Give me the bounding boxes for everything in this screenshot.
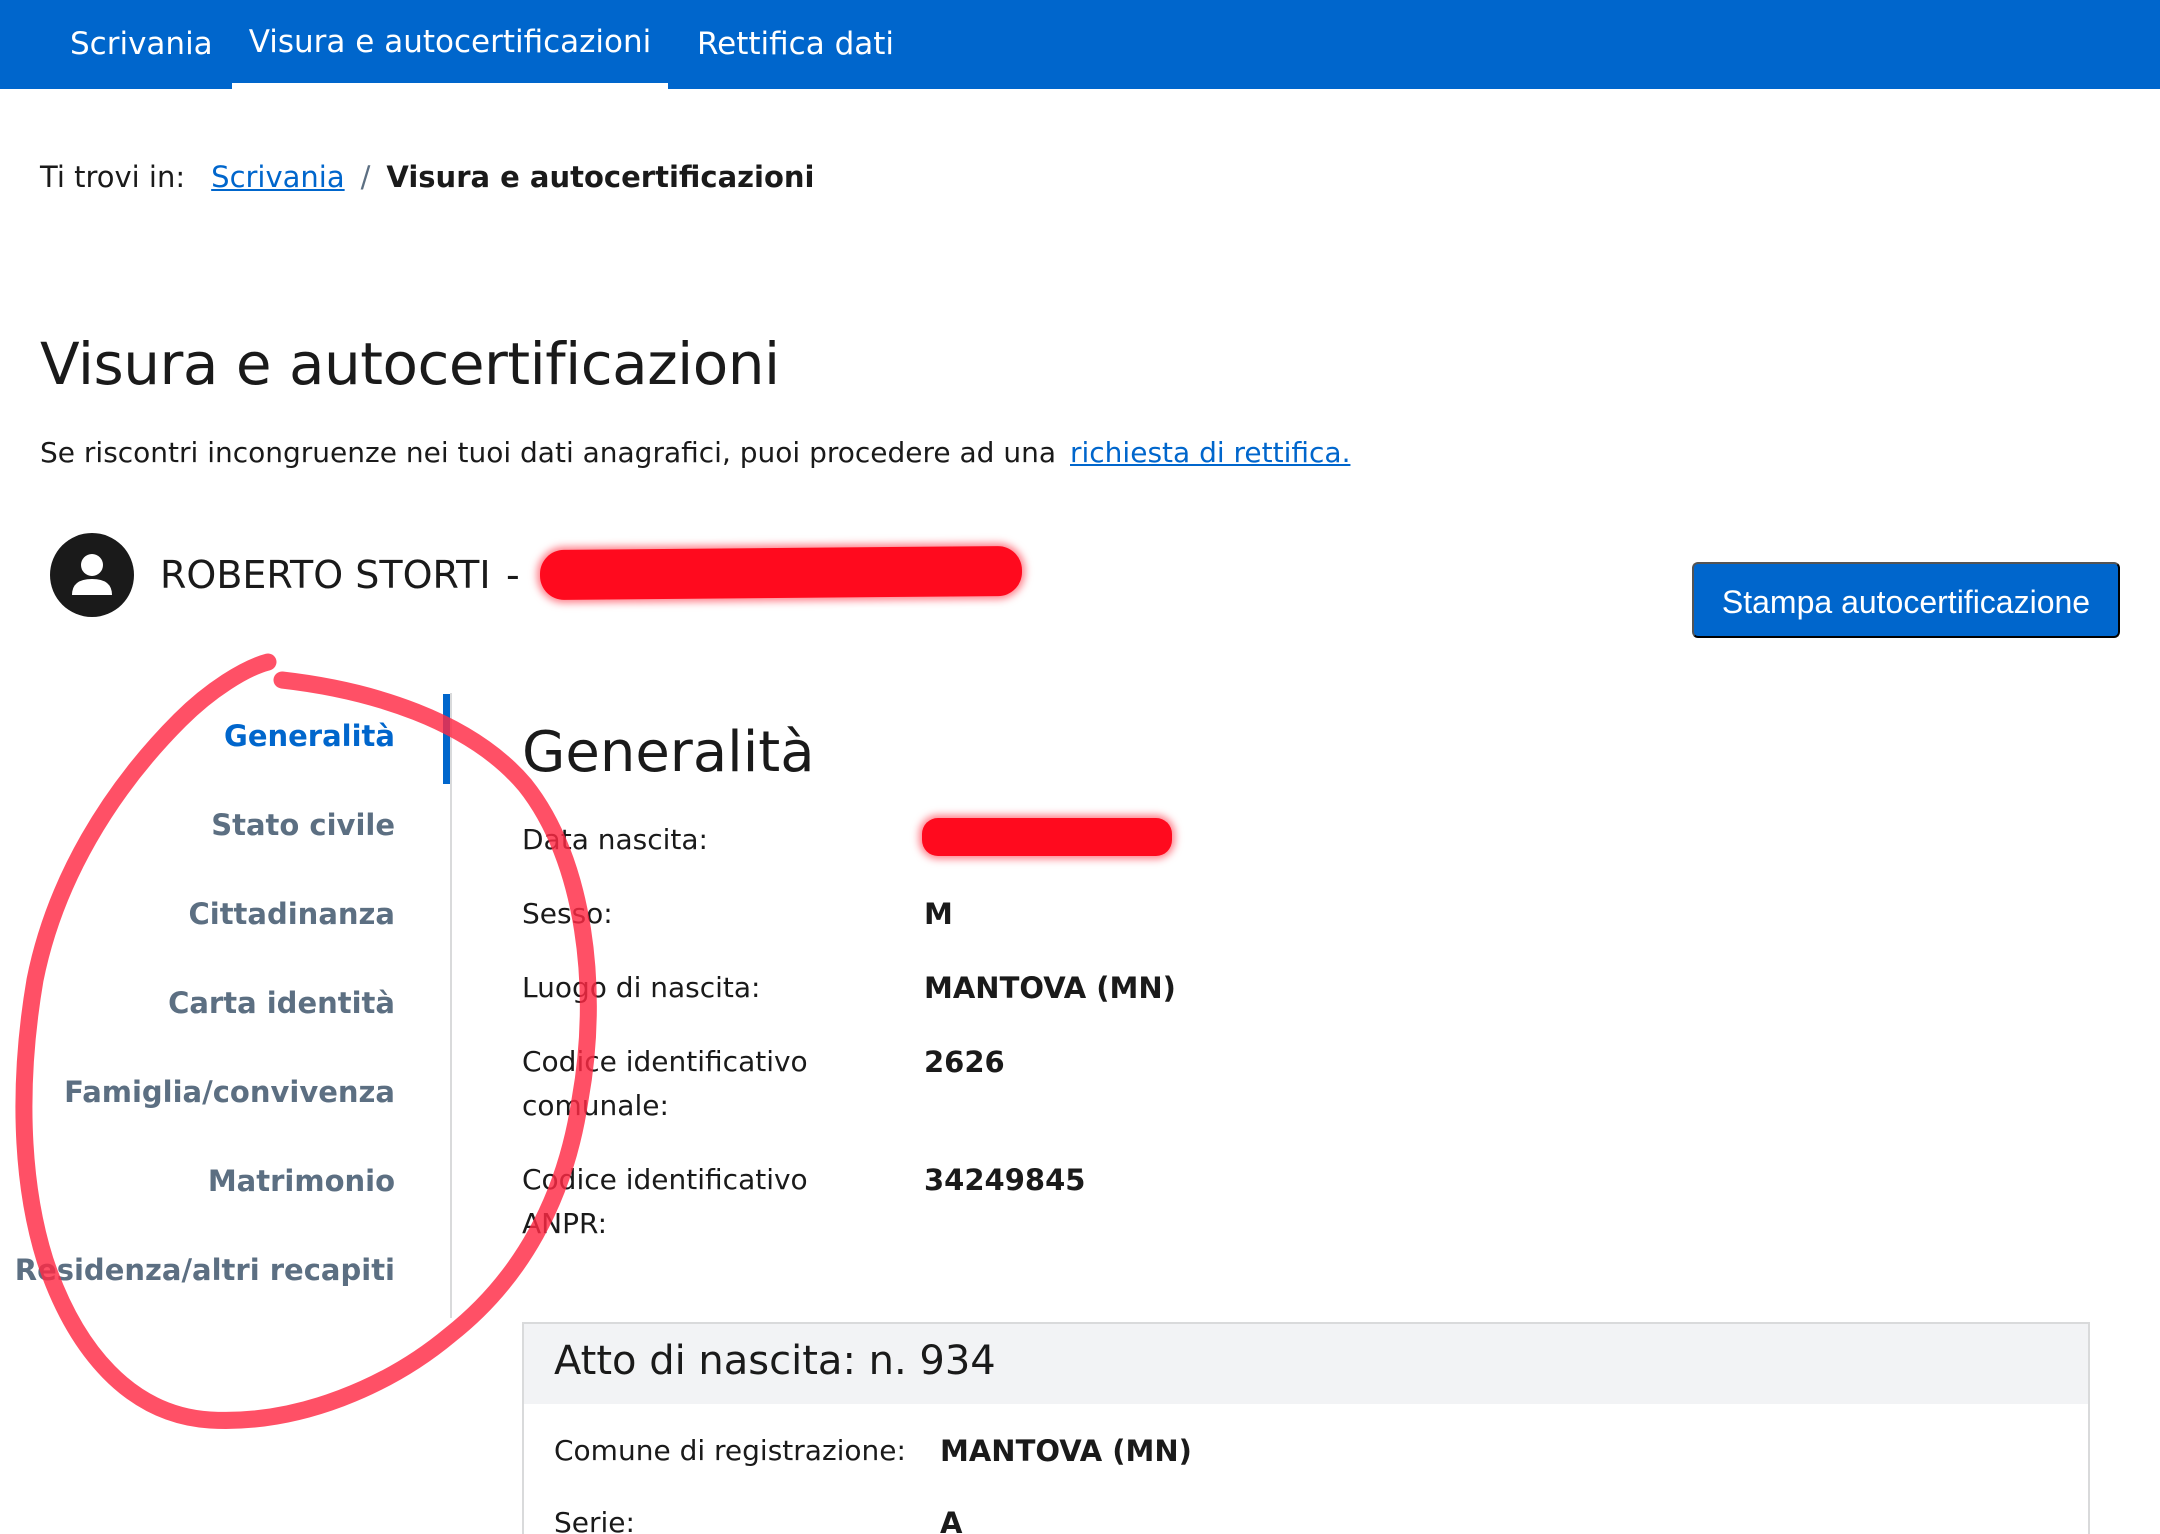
- card-label-serie: Serie:: [554, 1506, 635, 1534]
- page-title: Visura e autocertificazioni: [40, 330, 780, 398]
- field-value-sesso: M: [924, 897, 953, 931]
- active-item-indicator: [443, 694, 450, 784]
- section-title: Generalità: [522, 720, 815, 785]
- breadcrumb-prefix: Ti trovi in:: [40, 160, 186, 194]
- sidenav-item-famiglia-convivenza[interactable]: Famiglia/convivenza: [64, 1075, 395, 1109]
- sidenav-item-stato-civile[interactable]: Stato civile: [211, 808, 395, 842]
- field-label-codice-anpr: Codice identificativo ANPR:: [522, 1163, 808, 1240]
- intro-text: Se riscontri incongruenze nei tuoi dati …: [40, 436, 1350, 469]
- field-value-luogo-nascita: MANTOVA (MN): [924, 971, 1176, 1005]
- field-label-data-nascita: Data nascita:: [522, 823, 708, 856]
- tab-rettifica-dati[interactable]: Rettifica dati: [697, 0, 894, 89]
- birth-act-card: Atto di nascita: n. 934 Comune di regist…: [522, 1322, 2090, 1534]
- user-name: ROBERTO STORTI: [160, 553, 491, 597]
- field-label-sesso: Sesso:: [522, 897, 613, 930]
- card-label-comune: Comune di registrazione:: [554, 1434, 906, 1467]
- breadcrumb-current: Visura e autocertificazioni: [386, 160, 815, 194]
- print-autocertification-button[interactable]: Stampa autocertificazione: [1692, 562, 2120, 638]
- field-value-codice-comunale: 2626: [924, 1045, 1005, 1079]
- sidenav-item-matrimonio[interactable]: Matrimonio: [208, 1164, 395, 1198]
- tab-scrivania[interactable]: Scrivania: [70, 0, 213, 89]
- sidenav-item-residenza[interactable]: Residenza/altri recapiti: [15, 1253, 395, 1287]
- side-navigation: Generalità Stato civile Cittadinanza Car…: [0, 693, 452, 1318]
- card-value-serie: A: [940, 1506, 963, 1534]
- field-label-codice-comunale: Codice identificativo comunale:: [522, 1045, 808, 1122]
- intro-sentence: Se riscontri incongruenze nei tuoi dati …: [40, 436, 1056, 469]
- redacted-fiscal-code: [539, 545, 1023, 601]
- top-navigation: Scrivania Visura e autocertificazioni Re…: [0, 0, 2160, 89]
- tab-visura-autocertificazioni[interactable]: Visura e autocertificazioni: [232, 0, 668, 89]
- card-title: Atto di nascita: n. 934: [554, 1338, 996, 1384]
- user-icon: [72, 554, 112, 595]
- breadcrumb-separator: /: [360, 160, 371, 194]
- breadcrumb-link-scrivania[interactable]: Scrivania: [211, 160, 344, 194]
- card-value-comune: MANTOVA (MN): [940, 1434, 1192, 1468]
- sidenav-item-carta-identita[interactable]: Carta identità: [168, 986, 395, 1020]
- field-label-luogo-nascita: Luogo di nascita:: [522, 971, 761, 1004]
- avatar-icon: [50, 533, 134, 617]
- field-value-codice-anpr: 34249845: [924, 1163, 1086, 1197]
- name-separator: -: [506, 553, 520, 597]
- sidenav-item-generalita[interactable]: Generalità: [224, 719, 395, 753]
- card-header: Atto di nascita: n. 934: [524, 1324, 2088, 1404]
- rettifica-link[interactable]: richiesta di rettifica.: [1070, 436, 1350, 469]
- redacted-birth-date: [922, 818, 1172, 856]
- breadcrumb: Ti trovi in: Scrivania / Visura e autocerti…: [40, 160, 814, 194]
- sidenav-item-cittadinanza[interactable]: Cittadinanza: [188, 897, 395, 931]
